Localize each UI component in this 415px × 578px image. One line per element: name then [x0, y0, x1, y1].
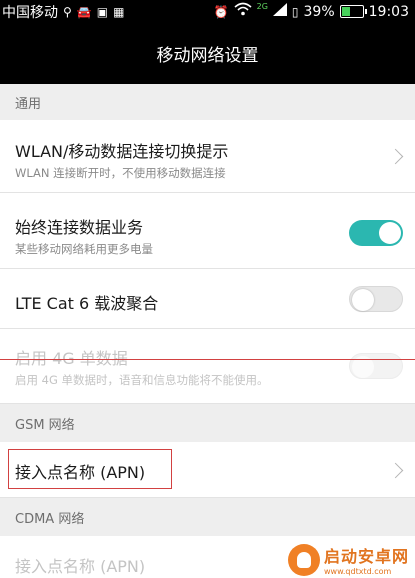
- setting-title: 启用 4G 单数据: [15, 349, 128, 368]
- page-title: 移动网络设置: [0, 22, 415, 84]
- setting-title: WLAN/移动数据连接切换提示: [15, 142, 229, 161]
- setting-row-4g-only-data: 启用 4G 单数据 启用 4G 单数据时，语音和信息功能将不能使用。: [0, 329, 415, 404]
- status-bar: 中国移动 ⚲ 🚘 ▣ ▦ ⏰ 2G ▯ 39% 19:03: [0, 0, 415, 22]
- clock: 19:03: [368, 3, 409, 20]
- image-icon: ▣: [96, 5, 109, 19]
- setting-row-always-on-data[interactable]: 始终连接数据业务 某些移动网络耗用更多电量: [0, 193, 415, 269]
- section-header-general: 通用: [0, 84, 415, 120]
- usb-icon: ⚲: [63, 5, 72, 19]
- chevron-right-icon: [387, 148, 404, 165]
- battery-icon: [339, 5, 367, 18]
- lte-ca-toggle[interactable]: [349, 286, 403, 312]
- battery-percent: 39%: [303, 3, 335, 20]
- sim-icon: ▯: [291, 4, 299, 19]
- always-on-data-toggle[interactable]: [349, 220, 403, 246]
- watermark: 启动安卓网 www.qdtxtd.com: [287, 543, 409, 576]
- setting-subtitle: WLAN 连接断开时，不使用移动数据连接: [15, 166, 226, 180]
- setting-subtitle: 启用 4G 单数据时，语音和信息功能将不能使用。: [15, 373, 269, 387]
- chevron-right-icon: [387, 462, 404, 479]
- toggle-knob: [352, 289, 374, 311]
- setting-title: 接入点名称 (APN): [15, 557, 146, 576]
- 4g-only-data-toggle: [349, 353, 403, 379]
- car-icon: 🚘: [76, 5, 92, 19]
- setting-row-wlan-switch-prompt[interactable]: WLAN/移动数据连接切换提示 WLAN 连接断开时，不使用移动数据连接: [0, 120, 415, 193]
- alarm-icon: ⏰: [213, 4, 229, 19]
- setting-title: 始终连接数据业务: [15, 218, 144, 237]
- wifi-icon: [234, 2, 252, 21]
- network-type-badge: 2G: [256, 2, 268, 11]
- annotation-line: [0, 359, 415, 360]
- signal-icon: [272, 2, 287, 21]
- section-header-gsm: GSM 网络: [0, 404, 415, 442]
- watermark-url: www.qdtxtd.com: [323, 567, 392, 576]
- setting-subtitle: 某些移动网络耗用更多电量: [15, 242, 153, 256]
- watermark-logo-icon: [287, 543, 320, 576]
- annotation-highlight-box: [8, 449, 172, 489]
- setting-row-lte-carrier-aggregation[interactable]: LTE Cat 6 载波聚合: [0, 269, 415, 329]
- section-header-cdma: CDMA 网络: [0, 498, 415, 536]
- watermark-title: 启动安卓网: [323, 547, 409, 566]
- setting-title: LTE Cat 6 载波聚合: [15, 294, 159, 313]
- carrier-name: 中国移动: [2, 5, 58, 21]
- grid-icon: ▦: [113, 5, 125, 19]
- toggle-knob: [379, 222, 401, 244]
